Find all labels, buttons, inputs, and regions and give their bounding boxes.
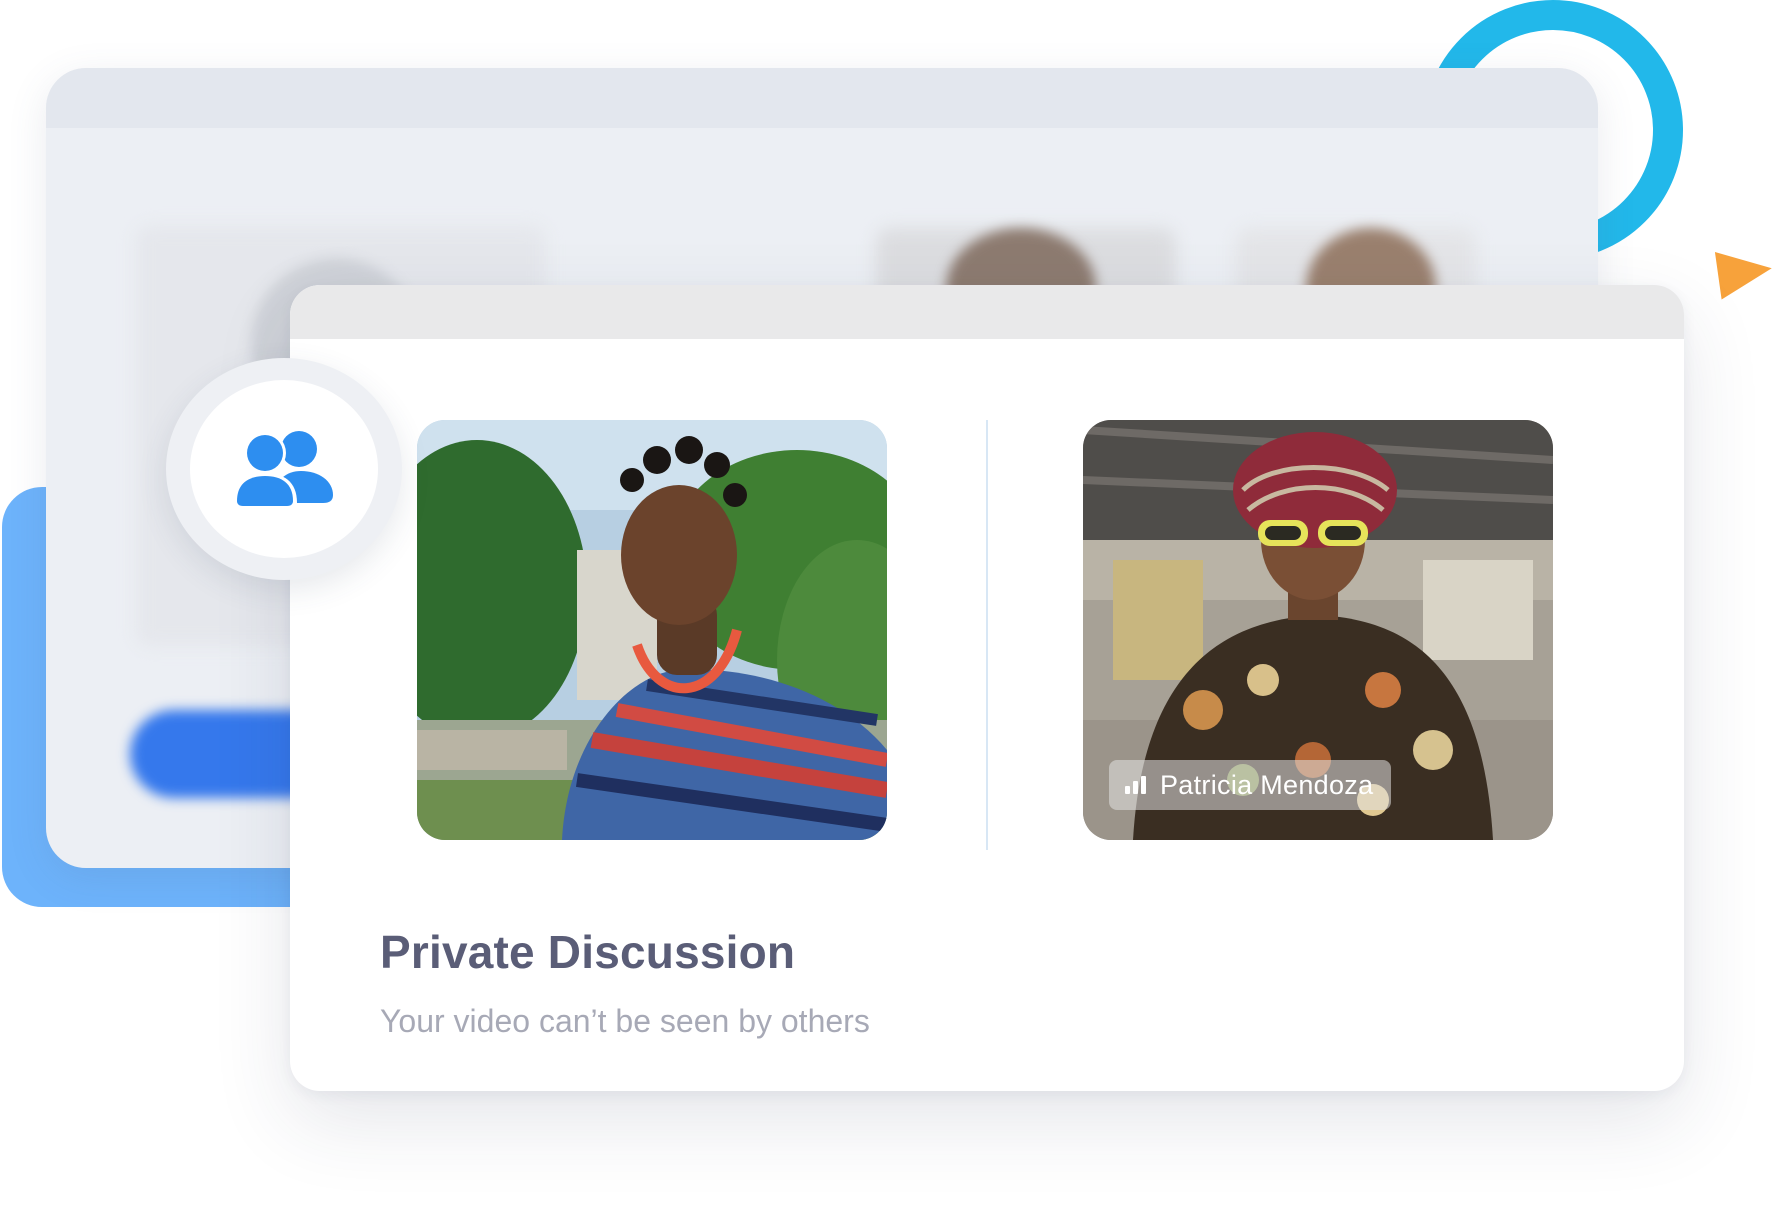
background-window-titlebar	[46, 68, 1598, 128]
participant-video-feed	[417, 420, 887, 840]
window-title: Private Discussion	[380, 926, 796, 978]
participant-video-tile[interactable]	[417, 420, 887, 840]
window-titlebar	[290, 285, 1684, 339]
participant-name: Patricia Mendoza	[1160, 769, 1374, 800]
window-subtitle: Your video can’t be seen by others	[380, 1003, 870, 1039]
private-discussion-window: Patricia Mendoza Private Discussion Your…	[290, 285, 1684, 1091]
tile-divider	[986, 420, 988, 850]
decorative-triangle	[1714, 244, 1776, 300]
group-badge[interactable]	[190, 380, 378, 558]
group-users-icon	[233, 431, 333, 509]
participant-name-tag: Patricia Mendoza	[1109, 760, 1392, 810]
participant-video-tile[interactable]: Patricia Mendoza	[1083, 420, 1553, 840]
signal-strength-icon	[1125, 776, 1146, 794]
